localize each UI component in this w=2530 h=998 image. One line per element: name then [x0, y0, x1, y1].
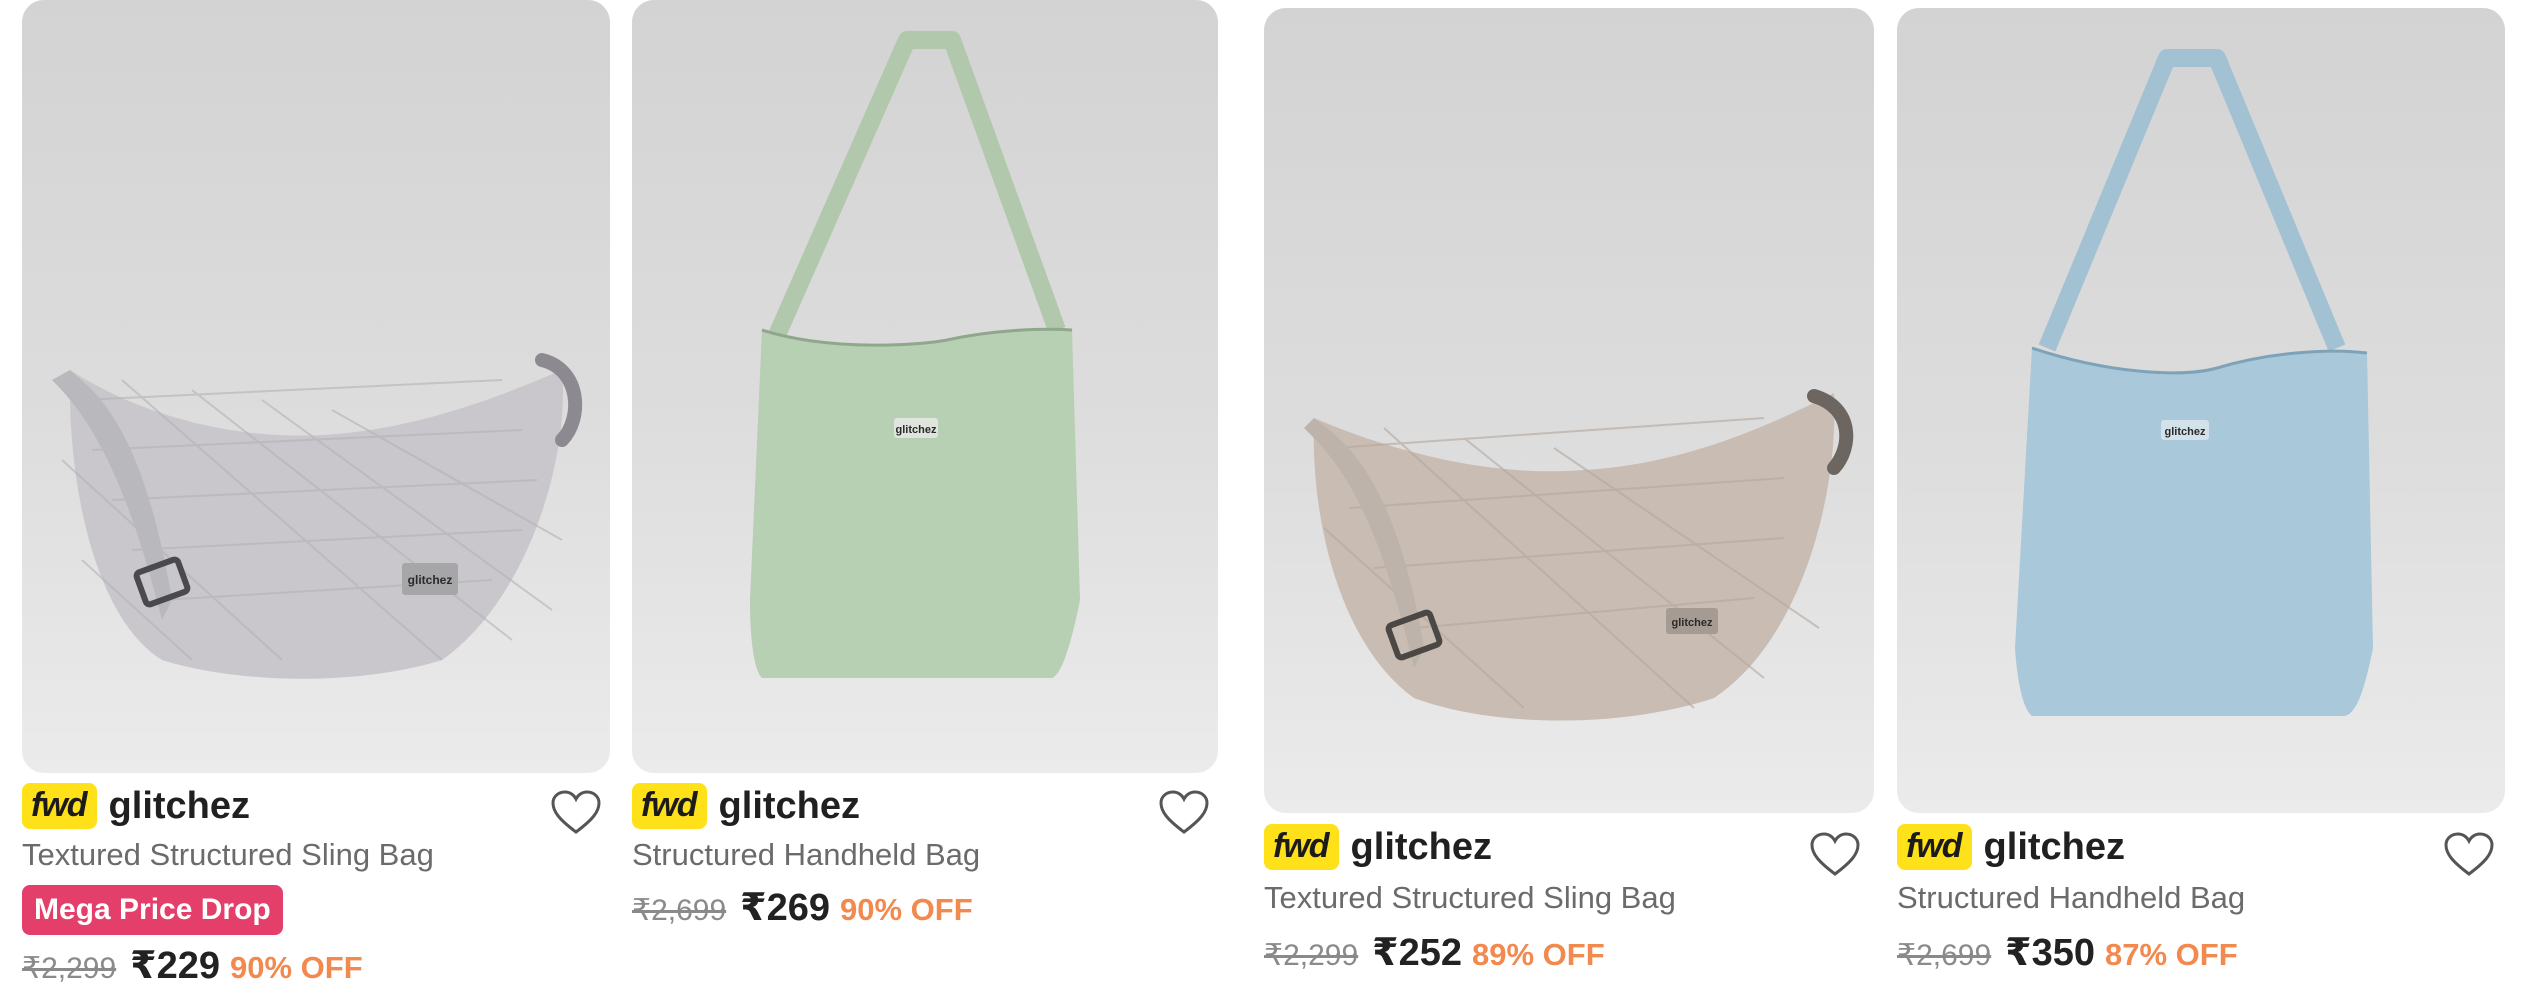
price-row: ₹2,299 ₹229 90% OFF [22, 943, 363, 988]
fwd-badge: fwd [1897, 824, 1972, 870]
brand-row: fwd glitchez [1897, 824, 2125, 870]
brand-row: fwd glitchez [22, 783, 250, 829]
product-title[interactable]: Structured Handheld Bag [632, 837, 980, 873]
svg-text:glitchez: glitchez [896, 424, 937, 436]
sling-bag-image: glitchez [52, 353, 582, 679]
heart-outline-icon[interactable] [550, 790, 602, 836]
price-row: ₹2,699 ₹350 87% OFF [1897, 930, 2238, 975]
fwd-badge: fwd [632, 783, 707, 829]
brand-row: fwd glitchez [1264, 824, 1492, 870]
fwd-badge: fwd [1264, 824, 1339, 870]
discount-label: 87% OFF [2105, 937, 2238, 972]
svg-text:glitchez: glitchez [408, 573, 453, 587]
mrp-price: ₹2,299 [1264, 939, 1359, 972]
price-row: ₹2,699 ₹269 90% OFF [632, 885, 973, 930]
mrp-price: ₹2,299 [22, 952, 117, 985]
mega-price-drop-badge: Mega Price Drop [22, 885, 283, 935]
product-image[interactable]: glitchez [1897, 8, 2505, 813]
discount-label: 89% OFF [1472, 937, 1605, 972]
sling-bag-image: glitchez [1304, 389, 1854, 721]
sale-price: ₹269 [740, 887, 831, 929]
product-title[interactable]: Textured Structured Sling Bag [1264, 880, 1676, 916]
tote-bag-image: glitchez [750, 31, 1080, 678]
sale-price: ₹229 [130, 945, 221, 987]
product-image[interactable]: glitchez [632, 0, 1218, 773]
brand-name[interactable]: glitchez [719, 785, 860, 828]
tote-bag-image: glitchez [2015, 49, 2373, 716]
svg-text:glitchez: glitchez [1672, 617, 1713, 629]
price-row: ₹2,299 ₹252 89% OFF [1264, 930, 1605, 975]
discount-label: 90% OFF [230, 950, 363, 985]
svg-text:glitchez: glitchez [2165, 426, 2206, 438]
brand-name[interactable]: glitchez [109, 785, 250, 828]
heart-outline-icon[interactable] [1809, 832, 1861, 878]
product-image[interactable]: glitchez [1264, 8, 1874, 813]
sale-price: ₹350 [2005, 932, 2096, 974]
brand-row: fwd glitchez [632, 783, 860, 829]
discount-label: 90% OFF [840, 892, 973, 927]
product-title[interactable]: Textured Structured Sling Bag [22, 837, 434, 873]
fwd-badge: fwd [22, 783, 97, 829]
brand-name[interactable]: glitchez [1984, 826, 2125, 869]
mrp-price: ₹2,699 [1897, 939, 1992, 972]
product-title[interactable]: Structured Handheld Bag [1897, 880, 2245, 916]
sale-price: ₹252 [1372, 932, 1463, 974]
heart-outline-icon[interactable] [1158, 790, 1210, 836]
brand-name[interactable]: glitchez [1351, 826, 1492, 869]
product-image[interactable]: glitchez [22, 0, 610, 773]
heart-outline-icon[interactable] [2443, 832, 2495, 878]
mrp-price: ₹2,699 [632, 894, 727, 927]
